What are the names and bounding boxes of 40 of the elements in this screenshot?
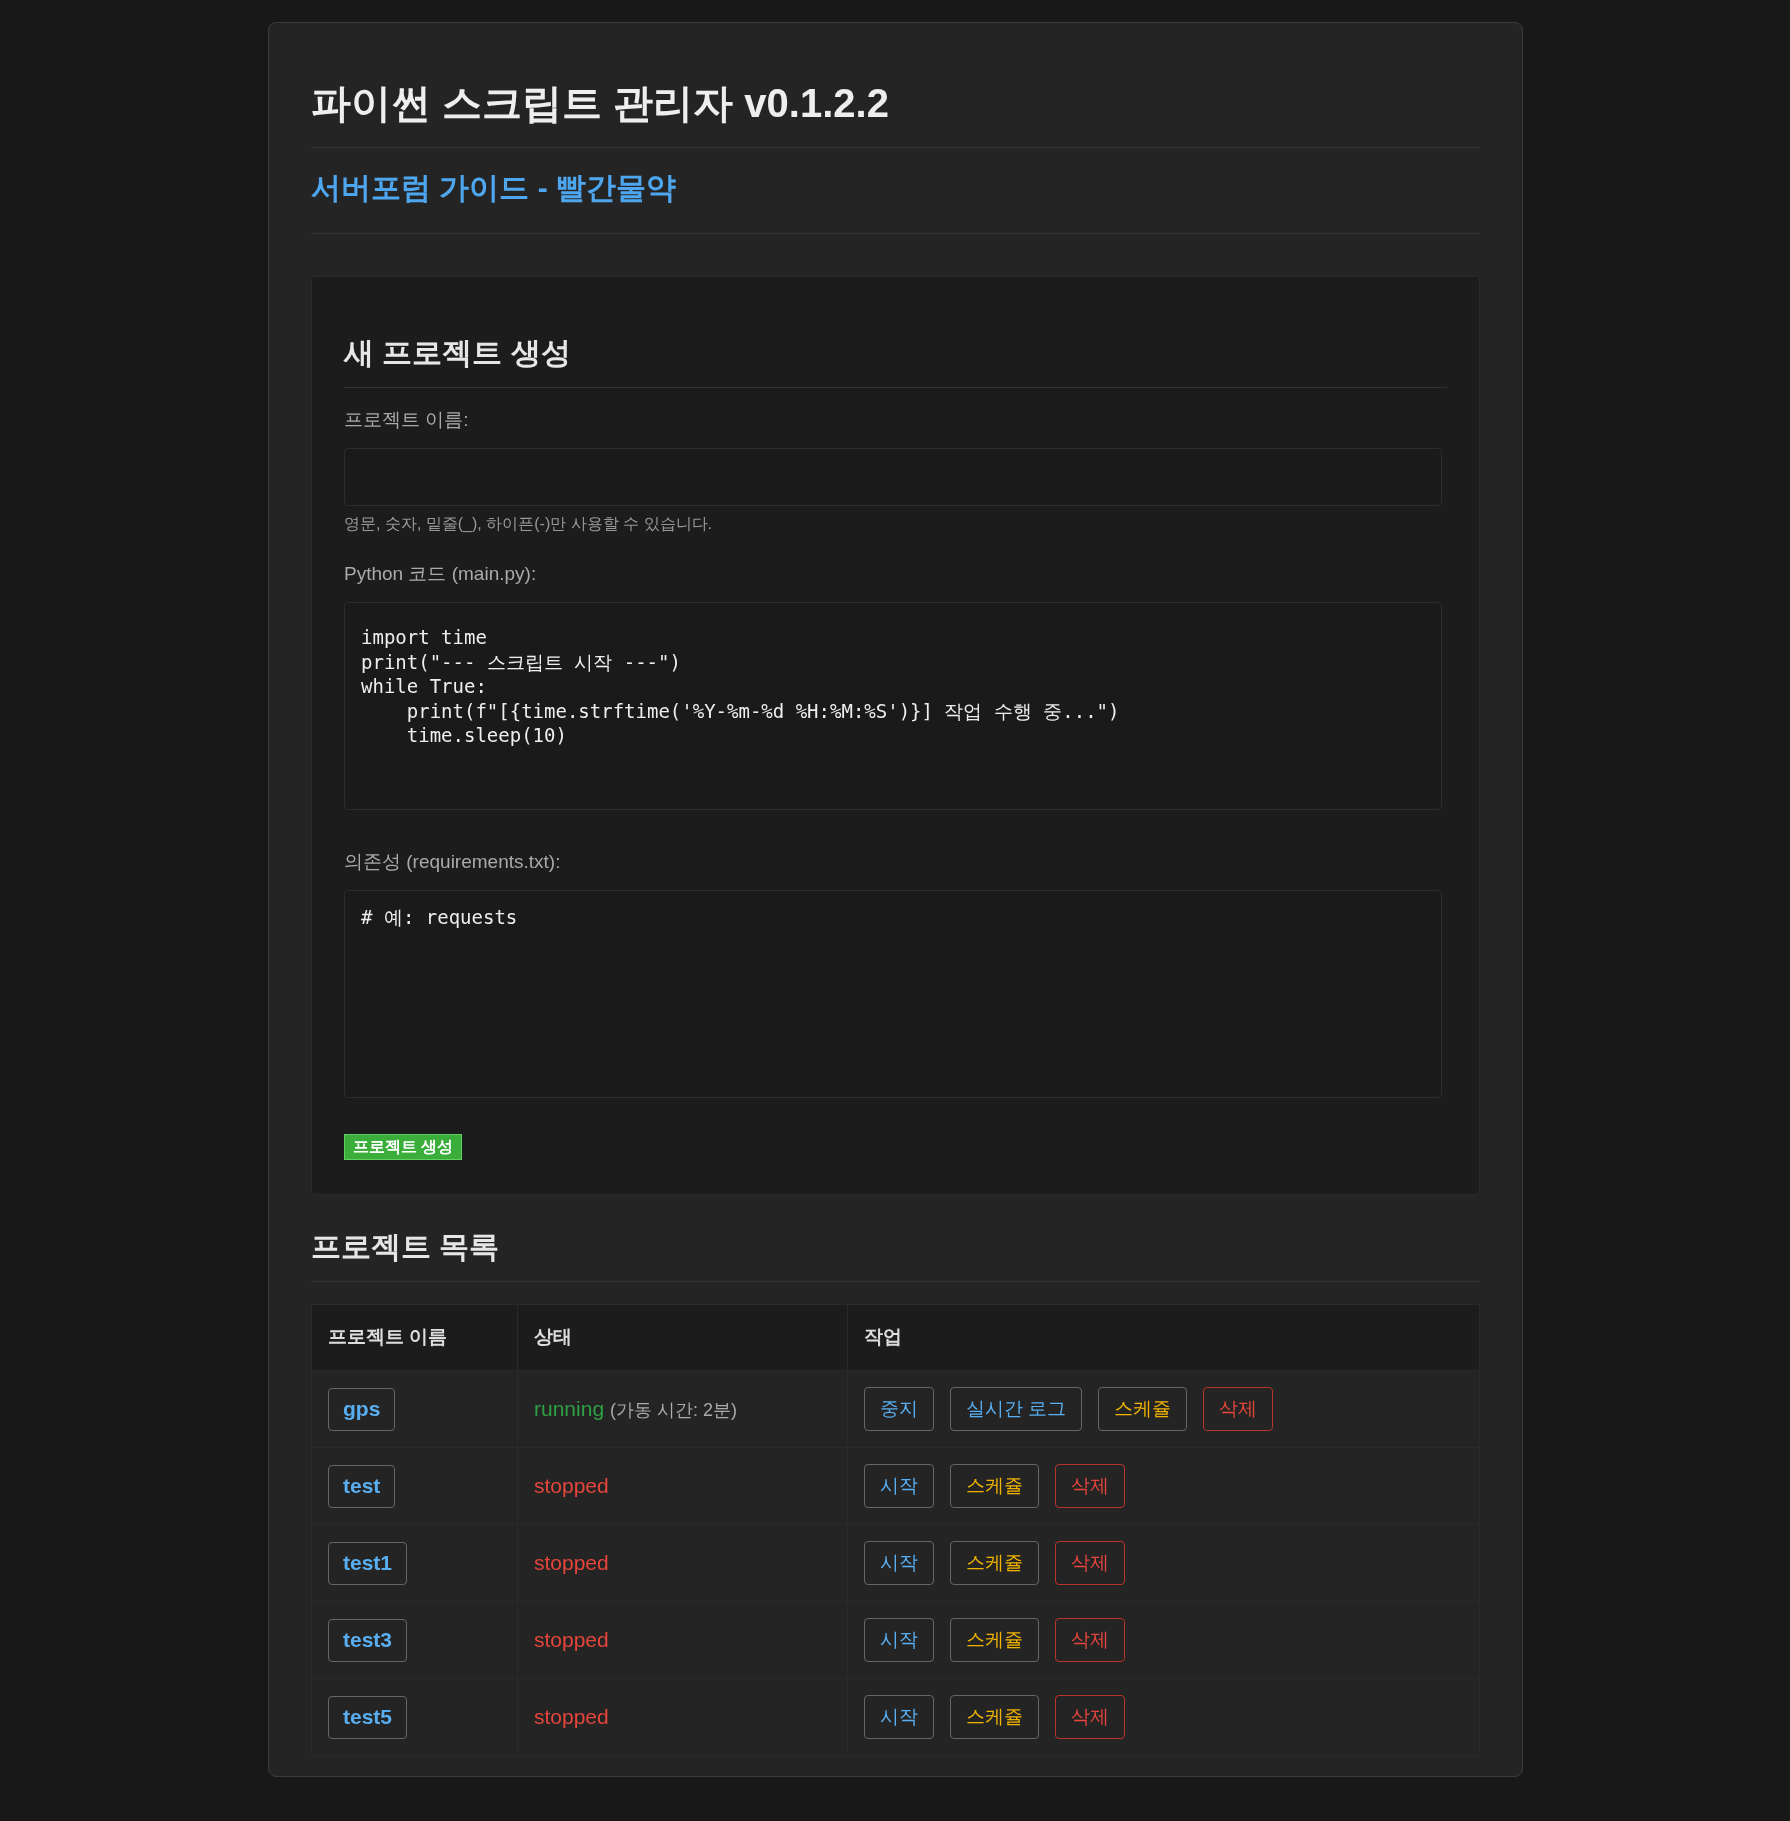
guide-link[interactable]: 서버포럼 가이드 - 빨간물약	[311, 171, 676, 204]
action-button[interactable]: 스케쥴	[950, 1618, 1039, 1662]
column-header: 작업	[847, 1304, 1480, 1371]
field-label: Python 코드 (main.py):	[344, 562, 538, 586]
action-button[interactable]: 시작	[864, 1541, 934, 1585]
field-label: 의존성 (requirements.txt):	[344, 850, 562, 874]
requirements-editor[interactable]: # 예: requests	[344, 890, 1442, 1098]
action-button[interactable]: 스케쥴	[950, 1541, 1039, 1585]
column-header: 프로젝트 이름	[311, 1304, 518, 1371]
action-button[interactable]: 삭제	[1055, 1618, 1125, 1662]
action-button[interactable]: 실시간 로그	[950, 1387, 1083, 1431]
action-button[interactable]: 삭제	[1203, 1387, 1274, 1431]
action-button[interactable]: 스케쥴	[950, 1695, 1039, 1739]
code-editor[interactable]: import time print("--- 스크립트 시작 ---") while True: print(f"[{time.strftime('%Y-%m-%d %H:%M:%S')}] 작업 수행 중...") time.sleep(10)	[344, 602, 1442, 810]
field-label: 프로젝트 이름:	[344, 408, 470, 432]
action-button[interactable]: 삭제	[1055, 1541, 1125, 1585]
action-button[interactable]: 스케쥴	[1098, 1387, 1188, 1431]
section-heading: 프로젝트 목록	[311, 1229, 1480, 1282]
status-text: stopped	[534, 1628, 609, 1652]
project-name-button[interactable]: test5	[328, 1695, 408, 1739]
action-button[interactable]: 시작	[864, 1464, 934, 1508]
action-button[interactable]: 시작	[864, 1618, 934, 1662]
status-text: running	[534, 1397, 605, 1421]
project-name-button[interactable]: gps	[328, 1387, 396, 1431]
status-text: stopped	[534, 1474, 609, 1498]
action-button[interactable]: 시작	[864, 1695, 934, 1739]
uptime-text: (가동 시간: 2분)	[610, 1400, 738, 1421]
project-name-button[interactable]: test1	[328, 1541, 408, 1585]
page-title: 파이썬 스크립트 관리자 v0.1.2.2	[311, 79, 1480, 148]
action-button[interactable]: 중지	[864, 1387, 934, 1431]
project-name-button[interactable]: test3	[328, 1618, 408, 1662]
column-header: 상태	[517, 1304, 848, 1371]
field-hint: 영문, 숫자, 밑줄(_), 하이픈(-)만 사용할 수 있습니다.	[344, 514, 713, 534]
section-heading: 새 프로젝트 생성	[344, 335, 1447, 388]
action-button[interactable]: 삭제	[1055, 1464, 1125, 1508]
project-name-button[interactable]: test	[328, 1464, 396, 1508]
action-button[interactable]: 스케쥴	[950, 1464, 1039, 1508]
status-text: stopped	[534, 1705, 609, 1729]
action-button[interactable]: 삭제	[1055, 1695, 1125, 1739]
status-text: stopped	[534, 1551, 609, 1575]
